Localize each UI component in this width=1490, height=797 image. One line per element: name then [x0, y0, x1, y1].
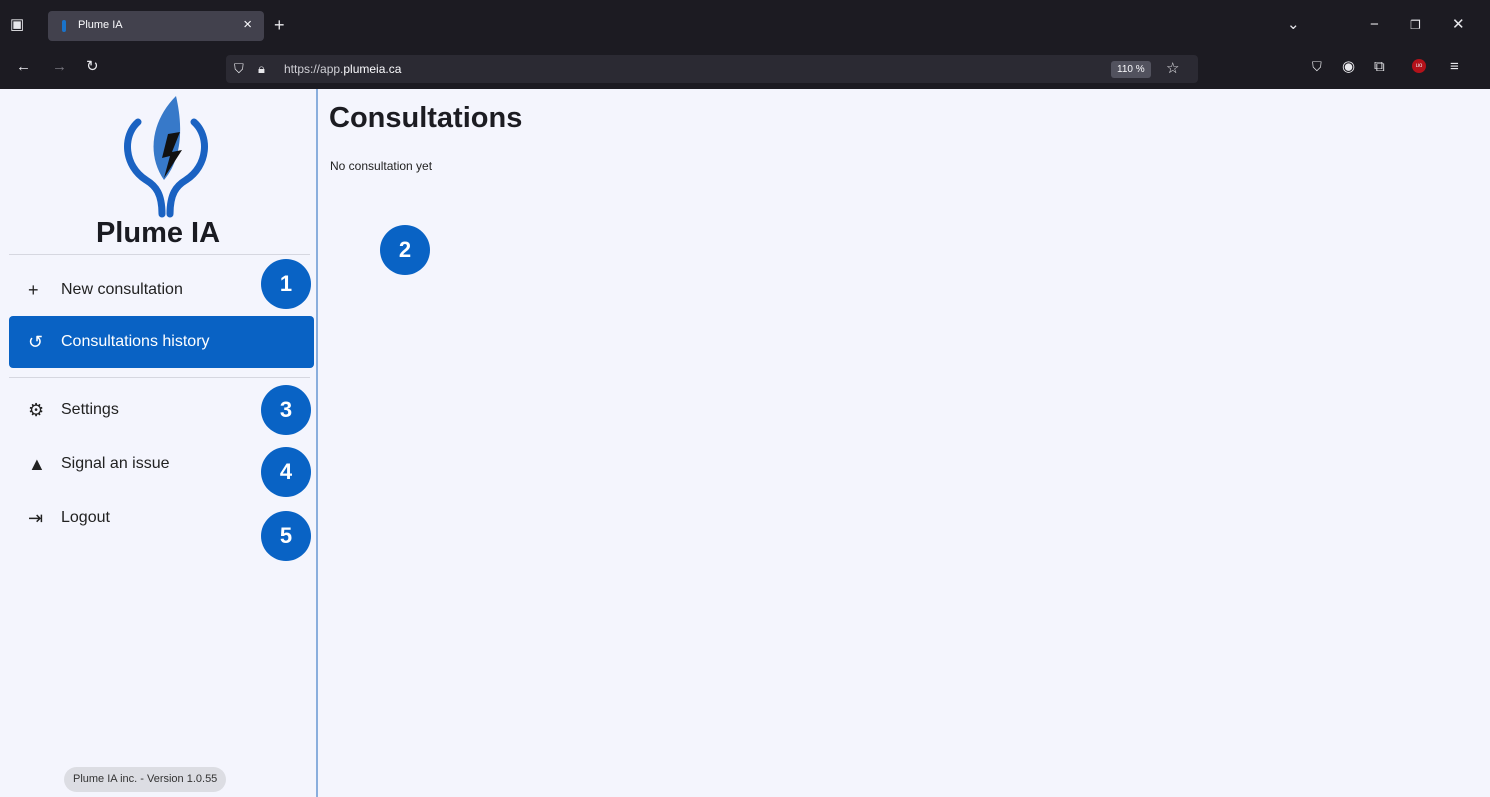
annotation-badge-4: 4 [261, 447, 311, 497]
version-badge: Plume IA inc. - Version 1.0.55 [64, 767, 227, 792]
browser-tab[interactable]: Plume IA × [48, 11, 264, 41]
menu-label: Logout [61, 509, 110, 526]
sidebar: Plume IA + New consultation ↺ Consultati… [0, 89, 318, 797]
chevron-down-icon[interactable]: ⌄ [1287, 15, 1300, 35]
menu-label: Signal an issue [61, 455, 170, 472]
browser-chrome: ▣ Plume IA × + ⌄ − ❐ ✕ ← → ↻ ⛉ 🔒︎ https:… [0, 0, 1490, 89]
tab-bar: ▣ Plume IA × + ⌄ − ❐ ✕ [0, 7, 1490, 45]
account-icon[interactable]: ◉ [1342, 57, 1355, 77]
shield-icon[interactable]: ⛉ [234, 59, 244, 79]
annotation-badge-2: 2 [380, 225, 430, 275]
menu-label: Settings [61, 401, 119, 418]
plus-icon: + [28, 279, 39, 300]
extensions-icon[interactable]: ⧉ [1374, 57, 1385, 77]
plume-logo-icon [124, 96, 208, 218]
tab-list-icon[interactable]: ▣ [10, 15, 24, 35]
annotation-badge-3: 3 [261, 385, 311, 435]
history-icon: ↺ [28, 331, 44, 352]
close-tab-icon[interactable]: × [243, 16, 252, 33]
url-text[interactable]: https://app.plumeia.ca [284, 62, 401, 76]
gear-icon: ⚙ [28, 399, 45, 420]
minimize-icon[interactable]: − [1370, 15, 1379, 35]
menu-icon[interactable]: ≡ [1450, 57, 1459, 77]
nav-bar: ← → ↻ ⛉ 🔒︎ https://app.plumeia.ca 110 % … [0, 50, 1490, 86]
consultations-history-button[interactable]: ↺ Consultations history [9, 316, 314, 368]
page-title: Consultations [329, 102, 523, 134]
annotation-badge-1: 1 [261, 259, 311, 309]
restore-icon[interactable]: ❐ [1410, 15, 1421, 35]
empty-message: No consultation yet [330, 159, 433, 173]
zoom-level[interactable]: 110 % [1111, 61, 1151, 78]
window-close-icon[interactable]: ✕ [1452, 15, 1465, 35]
lock-icon[interactable]: 🔒︎ [258, 59, 265, 79]
pocket-icon[interactable]: ⛉ [1312, 57, 1322, 77]
tab-title: Plume IA [78, 19, 123, 31]
forward-icon[interactable]: → [52, 57, 67, 77]
brand-name: Plume IA [95, 217, 221, 249]
new-tab-icon[interactable]: + [274, 15, 285, 35]
divider [9, 254, 310, 255]
annotation-badge-5: 5 [261, 511, 311, 561]
reload-icon[interactable]: ↻ [86, 57, 99, 77]
bookmark-star-icon[interactable]: ☆ [1166, 59, 1179, 79]
menu-label: Consultations history [61, 333, 210, 350]
warning-icon: ▲ [28, 453, 46, 474]
divider [9, 377, 310, 378]
back-icon[interactable]: ← [16, 57, 31, 77]
favicon-icon [62, 20, 66, 32]
url-bar[interactable]: ⛉ 🔒︎ https://app.plumeia.ca 110 % ☆ [226, 55, 1198, 83]
logout-icon: ⇥ [28, 507, 44, 528]
ublock-icon[interactable]: uo [1412, 59, 1426, 73]
menu-label: New consultation [61, 281, 183, 298]
